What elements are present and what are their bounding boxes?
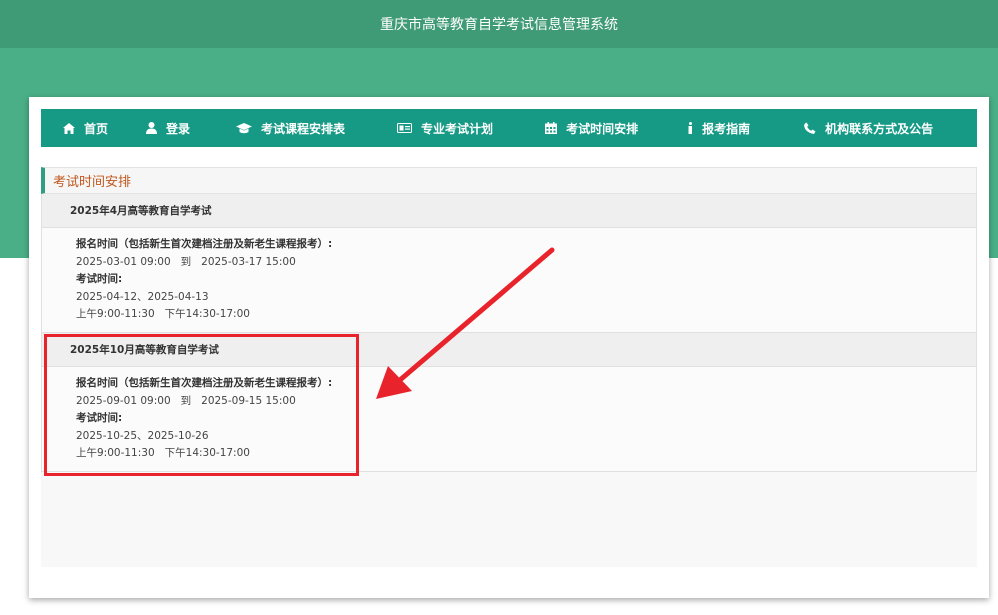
content-card: 首页 登录 考试课程安排表 专业考试计划 考试时间安排 报考指南 机构联系方式及…: [29, 97, 989, 598]
nav-item-major-plan[interactable]: 专业考试计划: [397, 109, 493, 147]
nav-item-label: 登录: [166, 121, 191, 136]
registration-range: 2025-03-01 09:00 到 2025-03-17 15:00: [76, 255, 296, 268]
info-icon: [688, 122, 693, 134]
nav-item-label: 考试课程安排表: [261, 121, 346, 136]
nav-item-label: 专业考试计划: [421, 121, 494, 136]
exam-title: 2025年4月高等教育自学考试: [41, 194, 977, 228]
site-header: 重庆市高等教育自学考试信息管理系统: [0, 0, 998, 48]
nav-item-guide[interactable]: 报考指南: [688, 109, 750, 147]
site-title: 重庆市高等教育自学考试信息管理系统: [380, 17, 618, 33]
nav-item-label: 机构联系方式及公告: [825, 121, 934, 136]
phone-icon: [804, 122, 816, 134]
nav-item-exam-time[interactable]: 考试时间安排: [545, 109, 638, 147]
main-nav: 首页 登录 考试课程安排表 专业考试计划 考试时间安排 报考指南 机构联系方式及…: [41, 109, 977, 147]
registration-label: 报名时间（包括新生首次建档注册及新老生课程报考）:: [76, 238, 333, 250]
nav-item-home[interactable]: 首页: [63, 109, 108, 147]
exam-sessions: 上午9:00-11:30 下午14:30-17:00: [76, 447, 250, 459]
exam-time-label: 考试时间:: [76, 412, 123, 424]
nav-item-label: 报考指南: [702, 121, 751, 136]
exam-time-label: 考试时间:: [76, 273, 123, 285]
nav-item-contact[interactable]: 机构联系方式及公告: [804, 109, 933, 147]
panel-heading: 考试时间安排: [41, 167, 977, 194]
nav-item-label: 考试时间安排: [566, 121, 639, 136]
exam-title: 2025年10月高等教育自学考试: [41, 333, 977, 367]
user-icon: [146, 122, 158, 134]
exam-sessions: 上午9:00-11:30 下午14:30-17:00: [76, 308, 250, 320]
exam-time-panel: 考试时间安排 2025年4月高等教育自学考试 报名时间（包括新生首次建档注册及新…: [41, 167, 977, 567]
exam-dates: 2025-04-12、2025-04-13: [76, 290, 209, 303]
registration-range: 2025-09-01 09:00 到 2025-09-15 15:00: [76, 394, 296, 407]
id-card-icon: [397, 123, 413, 133]
home-icon: [63, 122, 75, 134]
exam-details: 报名时间（包括新生首次建档注册及新老生课程报考）: 2025-03-01 09:…: [41, 228, 977, 333]
calendar-icon: [545, 122, 558, 134]
graduation-cap-icon: [236, 122, 253, 134]
registration-label: 报名时间（包括新生首次建档注册及新老生课程报考）:: [76, 377, 333, 389]
exam-details: 报名时间（包括新生首次建档注册及新老生课程报考）: 2025-09-01 09:…: [41, 367, 977, 472]
nav-item-label: 首页: [84, 121, 109, 136]
exam-dates: 2025-10-25、2025-10-26: [76, 429, 209, 442]
nav-item-course-schedule[interactable]: 考试课程安排表: [236, 109, 345, 147]
nav-item-login[interactable]: 登录: [146, 109, 190, 147]
